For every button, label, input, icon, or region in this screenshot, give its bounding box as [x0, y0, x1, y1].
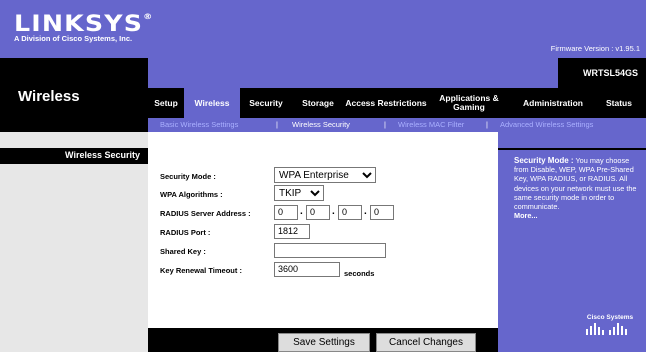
- wpa-algorithms-label: WPA Algorithms :: [160, 190, 223, 199]
- action-bar: Save Settings Cancel Changes: [148, 328, 498, 352]
- radius-port-input[interactable]: 1812: [274, 224, 310, 239]
- subtab-advanced-wireless-settings[interactable]: Advanced Wireless Settings: [500, 120, 593, 129]
- help-panel: Security Mode : You may choose from Disa…: [498, 132, 646, 352]
- tab-applications-gaming[interactable]: Applications & Gaming: [428, 88, 510, 118]
- help-text: Security Mode : You may choose from Disa…: [514, 156, 640, 220]
- tab-status[interactable]: Status: [596, 88, 642, 118]
- ip-dot: .: [300, 206, 303, 217]
- tab-access-restrictions[interactable]: Access Restrictions: [344, 88, 428, 118]
- radius-server-address-label: RADIUS Server Address :: [160, 209, 251, 218]
- left-column: Wireless Security: [0, 132, 148, 352]
- sub-nav: Basic Wireless Settings | Wireless Secur…: [0, 118, 646, 132]
- key-renewal-timeout-label: Key Renewal Timeout :: [160, 266, 242, 275]
- subtab-basic-wireless-settings[interactable]: Basic Wireless Settings: [160, 120, 238, 129]
- help-band: [498, 148, 646, 150]
- save-settings-button[interactable]: Save Settings: [278, 333, 370, 352]
- main-nav: Wireless Setup Wireless Security Storage…: [0, 88, 646, 118]
- help-title: Security Mode :: [514, 156, 574, 165]
- header: LINKSYS® A Division of Cisco Systems, In…: [0, 0, 646, 58]
- section-title: Wireless: [18, 88, 80, 105]
- subtab-separator: |: [384, 120, 386, 129]
- security-form: Security Mode : WPA Enterprise WPA Algor…: [148, 132, 498, 328]
- cisco-bridge-icon: [586, 323, 627, 335]
- help-more-link[interactable]: More...: [514, 211, 538, 220]
- subtab-separator: |: [486, 120, 488, 129]
- radius-port-label: RADIUS Port :: [160, 228, 211, 237]
- radius-address-octet-1[interactable]: 0: [274, 205, 298, 220]
- logo-subtitle: A Division of Cisco Systems, Inc.: [14, 34, 133, 43]
- tab-setup[interactable]: Setup: [148, 88, 184, 118]
- wpa-algorithms-select[interactable]: TKIP: [274, 185, 324, 201]
- left-band: Wireless Security: [0, 148, 148, 164]
- cisco-logo-text: Cisco Systems: [586, 314, 634, 321]
- security-mode-select[interactable]: WPA Enterprise: [274, 167, 376, 183]
- key-renewal-unit: seconds: [344, 269, 375, 278]
- section-subtitle: Wireless Security: [65, 150, 140, 160]
- model-strip: [148, 58, 558, 88]
- key-renewal-timeout-input[interactable]: 3600: [274, 262, 340, 277]
- shared-key-input[interactable]: [274, 243, 386, 258]
- security-mode-label: Security Mode :: [160, 172, 216, 181]
- tab-storage[interactable]: Storage: [292, 88, 344, 118]
- radius-address-octet-3[interactable]: 0: [338, 205, 362, 220]
- help-body: You may choose from Disable, WEP, WPA Pr…: [514, 156, 637, 212]
- firmware-version: Firmware Version : v1.95.1: [550, 44, 640, 53]
- ip-dot: .: [332, 206, 335, 217]
- subtab-separator: |: [276, 120, 278, 129]
- shared-key-label: Shared Key :: [160, 247, 206, 256]
- subtab-wireless-mac-filter[interactable]: Wireless MAC Filter: [398, 120, 464, 129]
- model-bar: WRTSL54GS: [0, 58, 646, 88]
- tab-wireless[interactable]: Wireless: [184, 88, 240, 118]
- radius-address-octet-4[interactable]: 0: [370, 205, 394, 220]
- tab-administration[interactable]: Administration: [510, 88, 596, 118]
- model-name: WRTSL54GS: [582, 68, 638, 78]
- cisco-systems-logo: Cisco Systems: [580, 314, 640, 337]
- subtab-wireless-security[interactable]: Wireless Security: [292, 120, 350, 129]
- tab-security[interactable]: Security: [240, 88, 292, 118]
- cancel-changes-button[interactable]: Cancel Changes: [376, 333, 476, 352]
- ip-dot: .: [364, 206, 367, 217]
- radius-address-octet-2[interactable]: 0: [306, 205, 330, 220]
